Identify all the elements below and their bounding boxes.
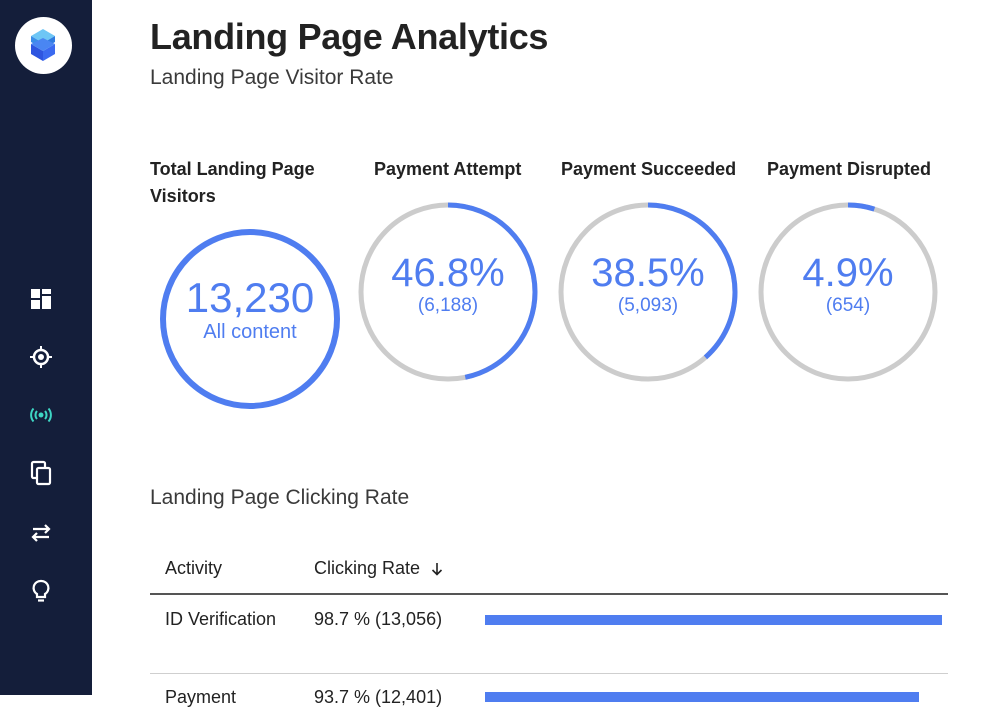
payment-succeeded-percent: 38.5% xyxy=(591,251,705,295)
copy-icon xyxy=(30,460,52,486)
nav-transfer[interactable] xyxy=(28,520,54,546)
dashboard-icon xyxy=(31,289,51,309)
broadcast-icon xyxy=(30,407,52,423)
total-visitors-ring: 13,230 All content xyxy=(157,226,343,412)
table-header-rule xyxy=(150,593,948,595)
nav-lightbulb[interactable] xyxy=(28,578,54,604)
total-visitors-label: Total Landing Page Visitors xyxy=(150,159,315,206)
table-row-activity: Payment xyxy=(165,687,237,707)
logo[interactable] xyxy=(15,17,72,74)
total-visitors-value: 13,230 xyxy=(185,274,315,321)
column-header-clicking-rate[interactable]: Clicking Rate xyxy=(314,558,445,579)
arrow-down-icon xyxy=(431,562,443,576)
payment-succeeded-label: Payment Succeeded xyxy=(561,159,737,179)
nav-dashboard[interactable] xyxy=(28,286,54,312)
table-row-bar xyxy=(485,692,948,702)
table-row-bar-fill xyxy=(485,615,942,625)
clicking-rate-title: Landing Page Clicking Rate xyxy=(150,486,410,509)
payment-succeeded-count: (5,093) xyxy=(617,295,679,316)
chip-icon xyxy=(30,346,52,368)
table-row-divider xyxy=(150,673,948,674)
page-subtitle: Landing Page Visitor Rate xyxy=(150,66,394,89)
nav-broadcast[interactable] xyxy=(28,402,54,428)
table-row-activity: ID Verification xyxy=(165,609,277,629)
payment-disrupted-ring: 4.9% (654) xyxy=(757,201,939,383)
payment-attempt-percent: 46.8% xyxy=(391,251,505,295)
payment-attempt-label: Payment Attempt xyxy=(374,159,522,179)
column-header-clicking-rate-label: Clicking Rate xyxy=(314,558,421,578)
payment-attempt-count: (6,188) xyxy=(417,295,479,316)
table-row-bar-fill xyxy=(485,692,919,702)
table-row-rate: 93.7 % (12,401) xyxy=(314,687,443,707)
column-header-activity[interactable]: Activity xyxy=(165,558,222,579)
nav-copy[interactable] xyxy=(28,460,54,486)
payment-attempt-ring: 46.8% (6,188) xyxy=(357,201,539,383)
payment-disrupted-label: Payment Disrupted xyxy=(767,159,932,179)
page-title: Landing Page Analytics xyxy=(150,16,549,57)
payment-disrupted-percent: 4.9% xyxy=(802,251,894,295)
lightbulb-icon xyxy=(32,579,50,602)
payment-disrupted-count: (654) xyxy=(825,295,871,316)
payment-succeeded-ring: 38.5% (5,093) xyxy=(557,201,739,383)
table-row-bar xyxy=(485,615,948,625)
sidebar xyxy=(0,0,92,695)
nav-chip[interactable] xyxy=(28,344,54,370)
transfer-icon xyxy=(31,524,51,542)
cube-logo-icon xyxy=(31,29,55,61)
total-visitors-caption: All content xyxy=(203,321,297,343)
table-row-rate: 98.7 % (13,056) xyxy=(314,609,443,629)
